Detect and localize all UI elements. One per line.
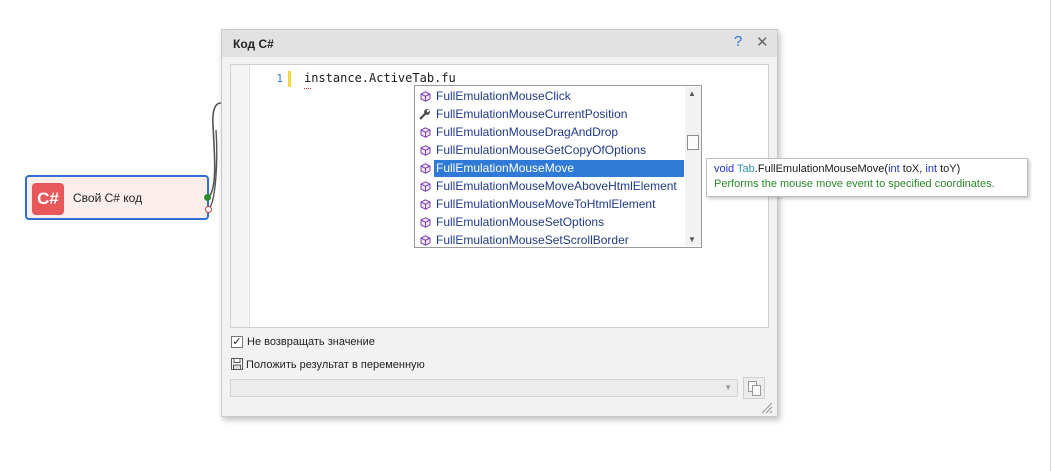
csharp-action-node[interactable]: C# Свой C# код xyxy=(25,175,209,220)
tooltip-signature: void Tab.FullEmulationMouseMove(int toX,… xyxy=(714,162,1027,177)
method-cube-icon xyxy=(416,90,434,102)
autocomplete-item-label: FullEmulationMouseSetScrollBorder xyxy=(436,232,629,247)
autocomplete-item[interactable]: FullEmulationMouseMoveToHtmlElement xyxy=(416,195,684,213)
wrench-property-icon xyxy=(416,108,434,120)
csharp-icon: C# xyxy=(32,183,64,215)
chevron-down-icon: ▼ xyxy=(724,383,732,392)
method-cube-icon xyxy=(416,198,434,210)
autocomplete-item-label: FullEmulationMouseMoveToHtmlElement xyxy=(436,196,656,211)
line-change-marker xyxy=(288,71,291,87)
no-return-label: Не возвращать значение xyxy=(247,336,375,348)
success-port[interactable] xyxy=(204,194,211,201)
tooltip-int2: int xyxy=(925,163,938,175)
copy-icon xyxy=(748,381,761,396)
error-port[interactable] xyxy=(205,206,212,213)
save-icon xyxy=(231,358,243,370)
tooltip-method: .FullEmulationMouseMove( xyxy=(754,163,889,175)
autocomplete-item[interactable]: FullEmulationMouseCurrentPosition xyxy=(416,105,684,123)
editor-gutter xyxy=(231,65,250,327)
dialog-title: Код C# xyxy=(233,37,274,51)
scroll-up-icon[interactable]: ▲ xyxy=(688,89,696,98)
autocomplete-item[interactable]: FullEmulationMouseGetCopyOfOptions xyxy=(416,141,684,159)
method-cube-icon xyxy=(416,144,434,156)
signature-tooltip: void Tab.FullEmulationMouseMove(int toX,… xyxy=(706,158,1028,197)
scroll-thumb[interactable] xyxy=(687,135,699,150)
dialog-header[interactable]: Код C# ? ✕ xyxy=(222,30,777,57)
autocomplete-item[interactable]: FullEmulationMouseDragAndDrop xyxy=(416,123,684,141)
autocomplete-item-label: FullEmulationMouseMove xyxy=(434,159,684,177)
autocomplete-item-label: FullEmulationMouseClick xyxy=(436,88,571,103)
autocomplete-item-label: FullEmulationMouseCurrentPosition xyxy=(436,106,628,121)
save-result-label: Положить результат в переменную xyxy=(246,359,425,371)
tooltip-void: void xyxy=(714,163,735,175)
autocomplete-item-label: FullEmulationMouseGetCopyOfOptions xyxy=(436,142,647,157)
method-cube-icon xyxy=(416,234,434,246)
method-cube-icon xyxy=(416,180,434,192)
copy-button[interactable] xyxy=(743,377,765,399)
variable-select[interactable]: ▼ xyxy=(230,379,738,397)
error-squiggle xyxy=(304,86,311,89)
tooltip-int1: int xyxy=(888,163,900,175)
tooltip-type: Tab xyxy=(737,163,755,175)
autocomplete-item[interactable]: FullEmulationMouseSetOptions xyxy=(416,213,684,231)
method-cube-icon xyxy=(416,216,434,228)
popup-scrollbar[interactable]: ▲ ▼ xyxy=(685,87,701,246)
autocomplete-item[interactable]: FullEmulationMouseSetScrollBorder xyxy=(416,231,684,249)
scroll-down-icon[interactable]: ▼ xyxy=(688,235,696,244)
code-line[interactable]: instance.ActiveTab.fu xyxy=(304,71,456,85)
tooltip-param1: toX, xyxy=(899,163,926,175)
help-icon[interactable]: ? xyxy=(734,33,742,50)
autocomplete-item-label: FullEmulationMouseDragAndDrop xyxy=(436,124,619,139)
canvas-edge xyxy=(1050,0,1051,471)
tooltip-param2: toY) xyxy=(937,163,961,175)
no-return-checkbox[interactable]: ✓ xyxy=(231,336,243,348)
tooltip-description: Performs the mouse move event to specifi… xyxy=(714,178,995,190)
autocomplete-item[interactable]: FullEmulationMouseMoveAboveHtmlElement xyxy=(416,177,684,195)
close-icon[interactable]: ✕ xyxy=(756,33,769,51)
autocomplete-item-label: FullEmulationMouseMoveAboveHtmlElement xyxy=(436,178,677,193)
autocomplete-item[interactable]: FullEmulationMouseClick xyxy=(416,87,684,105)
node-title: Свой C# код xyxy=(73,191,143,205)
autocomplete-popup: FullEmulationMouseClick FullEmulationMous… xyxy=(414,85,702,248)
line-number: 1 xyxy=(276,72,283,85)
method-cube-icon xyxy=(416,162,434,174)
resize-grip-icon[interactable] xyxy=(759,400,773,414)
method-cube-icon xyxy=(416,126,434,138)
autocomplete-item-label: FullEmulationMouseSetOptions xyxy=(436,214,605,229)
autocomplete-item[interactable]: FullEmulationMouseMove xyxy=(416,159,684,177)
